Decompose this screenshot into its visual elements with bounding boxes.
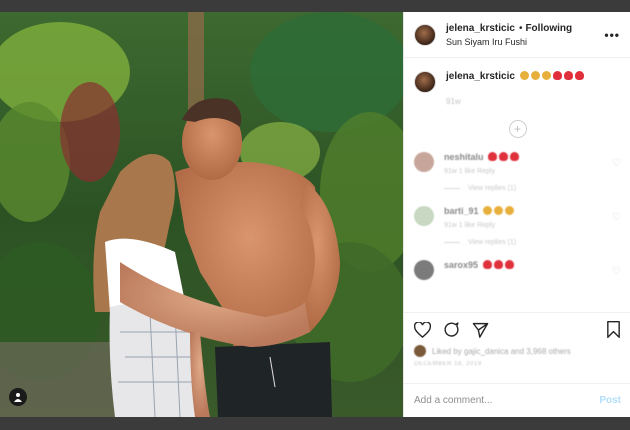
caption-emoji-hearts — [551, 71, 584, 82]
window-frame: jelena_krsticic • Following Sun Siyam Ir… — [0, 0, 630, 430]
caption: jelena_krsticic — [404, 59, 630, 93]
bottom-bar — [0, 417, 630, 430]
liked-by[interactable]: Liked by gajic_danica and 3,968 others — [404, 338, 630, 357]
comment-item: barti_91 91w 1 like Reply View replies (… — [404, 192, 630, 246]
comment-username[interactable]: barti_91 — [444, 206, 479, 216]
caption-emoji-yellow — [518, 71, 551, 82]
comment-item: neshitalu 91w 1 like Reply View replies … — [404, 138, 630, 192]
comment-avatar[interactable] — [414, 260, 434, 280]
like-heart-icon[interactable] — [414, 321, 431, 338]
comment-like-icon[interactable]: ♡ — [612, 212, 621, 223]
caption-text: jelena_krsticic — [446, 71, 584, 93]
comment-avatar[interactable] — [414, 152, 434, 172]
comment-avatar[interactable] — [414, 206, 434, 226]
comment-bubble-icon[interactable] — [443, 321, 460, 338]
post-date: DECEMBER 18, 2019 — [414, 361, 482, 367]
comments-list[interactable]: jelena_krsticic 91w + neshitalu 91w 1 li… — [404, 59, 630, 312]
more-options-icon[interactable]: ••• — [604, 28, 620, 42]
following-button[interactable]: Following — [525, 23, 572, 34]
comment-meta[interactable]: 91w 1 like Reply — [444, 222, 612, 229]
author-avatar[interactable] — [414, 23, 436, 46]
liker-avatar — [414, 345, 426, 357]
view-replies-link[interactable]: View replies (1) — [444, 185, 612, 192]
separator-dot: • — [518, 22, 523, 34]
top-bar — [0, 0, 630, 12]
load-more-comments-icon[interactable]: + — [508, 120, 527, 138]
instagram-post: jelena_krsticic • Following Sun Siyam Ir… — [0, 12, 630, 417]
author-username[interactable]: jelena_krsticic — [446, 23, 515, 34]
liked-by-text: Liked by gajic_danica and 3,968 others — [432, 346, 571, 356]
comment-username[interactable]: sarox95 — [444, 260, 478, 270]
photo-image — [0, 12, 403, 417]
caption-avatar[interactable] — [414, 71, 436, 93]
post-comment-button[interactable]: Post — [599, 395, 621, 406]
comment-username[interactable]: neshitalu — [444, 152, 484, 162]
post-sidebar: jelena_krsticic • Following Sun Siyam Ir… — [403, 12, 630, 417]
view-replies-link[interactable]: View replies (1) — [444, 239, 612, 246]
header-text: jelena_krsticic • Following Sun Siyam Ir… — [446, 23, 604, 47]
comment-like-icon[interactable]: ♡ — [612, 158, 621, 169]
save-bookmark-icon[interactable] — [606, 321, 621, 338]
caption-username[interactable]: jelena_krsticic — [446, 71, 515, 82]
share-direct-icon[interactable] — [472, 322, 489, 338]
location-link[interactable]: Sun Siyam Iru Fushi — [446, 37, 604, 47]
add-comment-input[interactable] — [414, 395, 600, 406]
post-photo[interactable] — [0, 12, 403, 417]
post-header: jelena_krsticic • Following Sun Siyam Ir… — [404, 12, 630, 58]
comment-item: sarox95 ♡ — [404, 246, 630, 280]
comment-meta[interactable]: 91w 1 like Reply — [444, 168, 612, 175]
caption-time: 91w — [446, 97, 461, 106]
comment-like-icon[interactable]: ♡ — [612, 266, 621, 277]
user-tag-icon[interactable] — [9, 388, 27, 406]
add-comment-bar: Post — [404, 383, 630, 417]
